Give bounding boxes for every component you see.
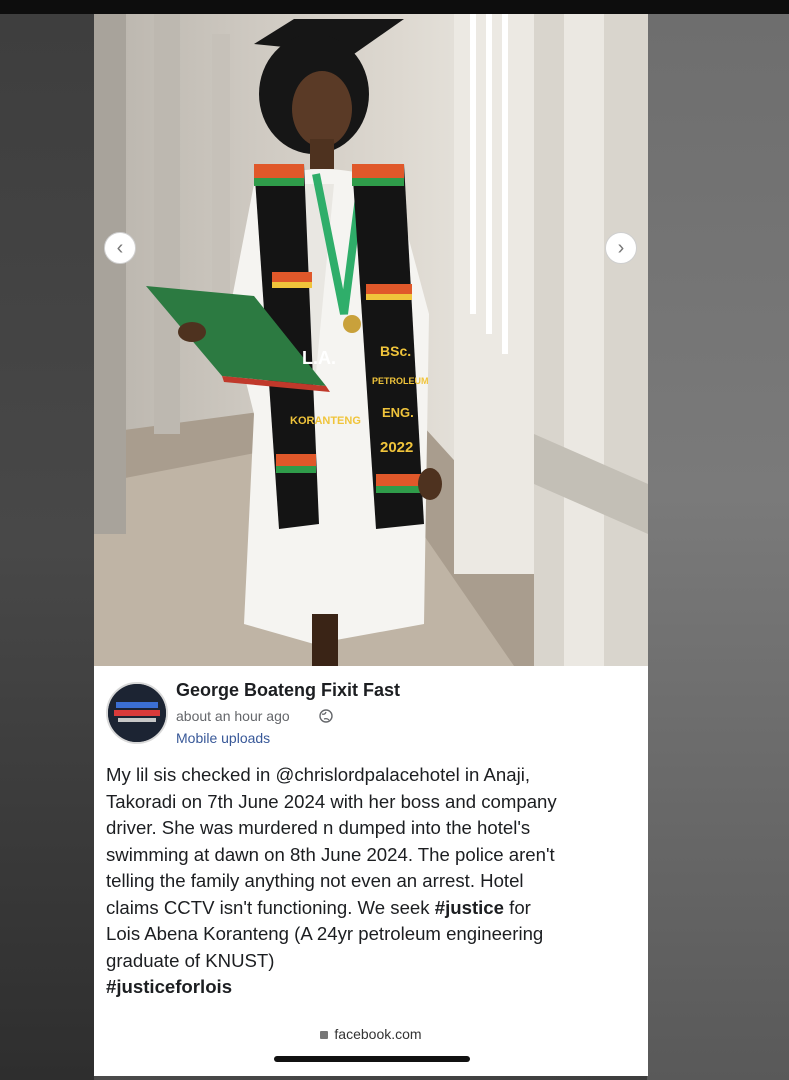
chevron-right-icon: ›	[617, 237, 625, 259]
post-line: telling the family anything not even an …	[106, 870, 524, 891]
stole-initials: L.A.	[302, 348, 336, 368]
lock-icon	[320, 1031, 329, 1039]
post-line: Takoradi on 7th June 2024 with her boss …	[106, 790, 557, 812]
stole-year: 2022	[380, 439, 413, 456]
post-line-segment: claims CCTV isn't functioning. We seek	[106, 896, 430, 918]
post-line: #justiceforlois	[106, 974, 636, 1001]
previous-photo-button[interactable]: ‹	[104, 232, 136, 264]
post-line: claims CCTV isn't functioning. We seek #…	[106, 895, 636, 922]
stole-name: KORANTENG	[290, 415, 361, 427]
hashtag-justiceforlois[interactable]: #justiceforlois	[106, 976, 232, 997]
post-line: My lil sis checked in @chrislordpalaceho…	[106, 764, 530, 785]
post-line: graduate of KNUST)	[106, 949, 275, 971]
graduation-photo: L.A. KORANTENG BSc. PETROLEUM ENG. 2022	[94, 14, 648, 666]
post-timestamp[interactable]: about an hour ago	[176, 708, 290, 724]
post-line: driver. She was murdered n dumped into t…	[106, 817, 531, 838]
post-line: Lois Abena Koranteng (A 24yr petroleum e…	[106, 923, 544, 944]
url-text: facebook.com	[334, 1026, 422, 1042]
post-photo[interactable]: L.A. KORANTENG BSc. PETROLEUM ENG. 2022 …	[94, 14, 648, 666]
home-indicator-bar[interactable]	[274, 1056, 470, 1062]
avatar-image	[108, 684, 166, 742]
hashtag-justice[interactable]: #justice	[435, 897, 504, 918]
globe-icon	[319, 709, 333, 728]
chevron-left-icon: ‹	[116, 237, 124, 259]
browser-url-bar[interactable]: facebook.com	[94, 1022, 648, 1046]
right-blurred-edge	[647, 14, 789, 1080]
post-album-link[interactable]: Mobile uploads	[176, 730, 270, 746]
author-avatar[interactable]	[106, 682, 168, 744]
post-line: swimming at dawn on 8th June 2024. The p…	[106, 843, 555, 865]
stole-degree: BSc.	[380, 343, 411, 359]
post-author-name[interactable]: George Boateng Fixit Fast	[176, 680, 400, 701]
facebook-post-card: L.A. KORANTENG BSc. PETROLEUM ENG. 2022 …	[94, 14, 648, 1076]
top-dark-strip	[0, 0, 789, 14]
post-line-segment: for	[509, 896, 531, 918]
left-blurred-edge	[0, 14, 94, 1080]
next-photo-button[interactable]: ›	[605, 232, 637, 264]
post-body: My lil sis checked in @chrislordpalaceho…	[106, 762, 636, 1001]
stole-eng: ENG.	[382, 405, 414, 420]
stole-field: PETROLEUM	[372, 376, 429, 386]
